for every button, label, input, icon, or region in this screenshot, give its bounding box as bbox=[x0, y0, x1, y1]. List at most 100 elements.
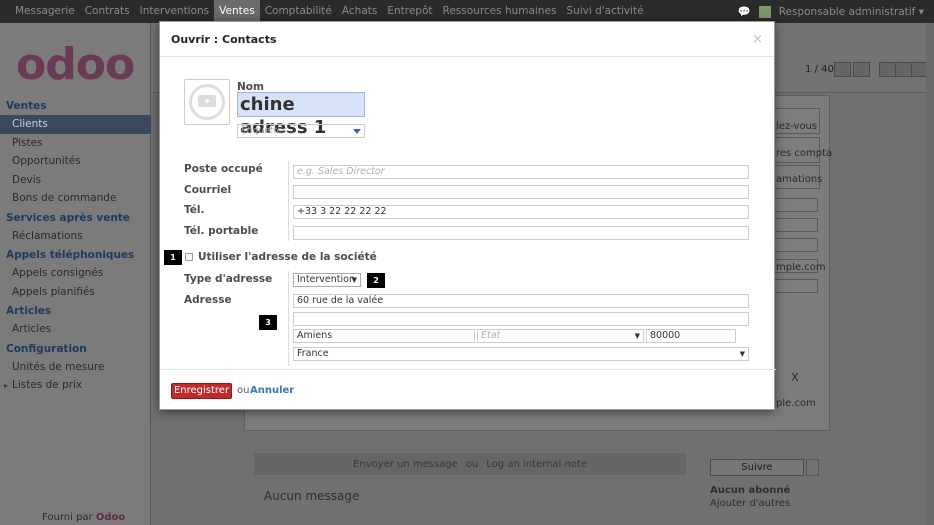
menu-interventions[interactable]: Interventions bbox=[135, 0, 215, 23]
address-type-select[interactable]: Intervention ▼ bbox=[293, 273, 361, 287]
tags-placeholder: Étiquettes... bbox=[241, 126, 296, 136]
send-message-link[interactable]: Envoyer un message bbox=[353, 459, 458, 470]
name-input[interactable]: chine adress 1 bbox=[237, 92, 365, 138]
footer-prefix: Fourni par bbox=[42, 512, 93, 523]
state-select[interactable]: État ▼ bbox=[477, 329, 644, 343]
menu-ventes[interactable]: Ventes bbox=[214, 0, 260, 23]
smart-button-meetings-label: lez-vous bbox=[776, 121, 818, 132]
chevron-down-icon[interactable] bbox=[353, 129, 361, 134]
sidebar-item-opportunites[interactable]: Opportunités bbox=[0, 152, 151, 171]
follow-button[interactable]: Suivre bbox=[710, 459, 804, 476]
chat-icon[interactable]: 💬 bbox=[738, 5, 751, 18]
odoo-logo[interactable]: odoo bbox=[16, 39, 135, 90]
cancel-link[interactable]: Annuler bbox=[250, 385, 294, 396]
pager-prev-button[interactable] bbox=[834, 62, 851, 77]
log-note-link[interactable]: Log an internal note bbox=[486, 459, 587, 470]
user-menu[interactable]: Responsable administratif ▾ bbox=[779, 6, 924, 18]
kanban-view-icon[interactable] bbox=[879, 62, 896, 77]
sidebar: odoo Ventes Clients Pistes Opportunités … bbox=[0, 23, 151, 525]
sidebar-section-articles: Articles bbox=[6, 305, 52, 317]
menu-messagerie[interactable]: Messagerie bbox=[10, 0, 80, 23]
menu-achats[interactable]: Achats bbox=[337, 0, 382, 23]
bg-remove-icon[interactable]: X bbox=[791, 371, 799, 384]
annotation-badge-2: 2 bbox=[367, 273, 385, 288]
sidebar-item-unites-de-mesure[interactable]: Unités de mesure bbox=[0, 358, 151, 377]
country-select[interactable]: France ▼ bbox=[293, 347, 749, 361]
menu-comptabilite[interactable]: Comptabilité bbox=[260, 0, 337, 23]
contact-photo[interactable] bbox=[184, 79, 230, 125]
sidebar-item-reclamations[interactable]: Réclamations bbox=[0, 227, 151, 246]
no-message-text: Aucun message bbox=[264, 489, 360, 503]
email-input[interactable] bbox=[293, 185, 749, 199]
sidebar-menu: Ventes Clients Pistes Opportunités Devis… bbox=[0, 96, 151, 395]
chatter-or: ou bbox=[465, 458, 479, 470]
sidebar-section-configuration: Configuration bbox=[6, 342, 87, 355]
bg-email-fragment: mple.com bbox=[776, 262, 826, 273]
sidebar-section-appels: Appels téléphoniques bbox=[6, 249, 135, 261]
mobile-input[interactable] bbox=[293, 226, 749, 240]
sidebar-item-articles[interactable]: Articles bbox=[0, 320, 151, 339]
dialog-body: Nom chine adress 1 Étiquettes... Poste o… bbox=[160, 57, 776, 370]
camera-lens bbox=[203, 97, 211, 105]
bg-field-2[interactable] bbox=[774, 218, 818, 232]
email-label: Courriel bbox=[184, 184, 232, 196]
smart-button-accounting-label: res compta bbox=[776, 148, 833, 159]
sidebar-item-listes-de-prix[interactable]: Listes de prix bbox=[0, 376, 151, 395]
use-company-address-label: Utiliser l'adresse de la société bbox=[198, 251, 377, 263]
function-label: Poste occupé bbox=[184, 163, 263, 175]
address-type-label: Type d'adresse bbox=[184, 273, 273, 285]
sidebar-item-appels-consignes[interactable]: Appels consignés bbox=[0, 264, 151, 283]
pager-value: 1 / 40 bbox=[805, 64, 834, 75]
dropdown-arrow-icon: ▼ bbox=[351, 276, 357, 284]
bg-field-3[interactable] bbox=[774, 238, 818, 252]
footer-brand-link[interactable]: Odoo bbox=[96, 512, 125, 523]
caret-down-icon: ▾ bbox=[918, 5, 924, 18]
bg-field-1[interactable] bbox=[774, 198, 818, 212]
sidebar-item-devis[interactable]: Devis bbox=[0, 171, 151, 190]
menu-ressources-humaines[interactable]: Ressources humaines bbox=[438, 0, 562, 23]
use-company-address-checkbox[interactable] bbox=[185, 253, 193, 261]
dropdown-arrow-icon: ▼ bbox=[634, 332, 640, 340]
sidebar-item-appels-planifies[interactable]: Appels planifiés bbox=[0, 283, 151, 302]
city-input[interactable]: Amiens bbox=[293, 329, 475, 343]
mobile-label: Tél. portable bbox=[184, 225, 259, 237]
dialog-header: Ouvrir : Contacts × bbox=[160, 22, 774, 57]
footer-or: ou bbox=[237, 385, 250, 396]
function-input[interactable]: e.g. Sales Director bbox=[293, 165, 749, 179]
bg-contact-email: ple.com bbox=[776, 398, 816, 409]
dialog-title: Ouvrir : Contacts bbox=[171, 33, 277, 46]
contact-dialog: Ouvrir : Contacts × Nom chine adress 1 É… bbox=[159, 21, 776, 411]
street2-input[interactable] bbox=[293, 312, 749, 326]
sidebar-item-pistes[interactable]: Pistes bbox=[0, 134, 151, 153]
save-button[interactable]: Enregistrer bbox=[171, 383, 232, 399]
follow-dropdown-button[interactable] bbox=[806, 459, 819, 476]
pager-next-button[interactable] bbox=[853, 62, 870, 77]
menu-suivi-activite[interactable]: Suivi d'activité bbox=[561, 0, 648, 23]
close-icon[interactable]: × bbox=[752, 32, 763, 47]
user-avatar bbox=[758, 5, 771, 18]
sidebar-item-clients[interactable]: Clients bbox=[0, 115, 151, 134]
zip-input[interactable]: 80000 bbox=[646, 329, 736, 343]
dialog-footer: Enregistrer ou Annuler bbox=[160, 372, 776, 411]
phone-input[interactable]: +33 3 22 22 22 22 bbox=[293, 205, 749, 219]
sidebar-item-bons-de-commande[interactable]: Bons de commande bbox=[0, 189, 151, 208]
annotation-badge-3: 3 bbox=[259, 315, 277, 330]
top-menu-bar: Messagerie Contrats Interventions Ventes… bbox=[0, 0, 934, 23]
tags-field[interactable]: Étiquettes... bbox=[237, 124, 365, 138]
sidebar-section-ventes: Ventes bbox=[6, 100, 47, 112]
menu-contrats[interactable]: Contrats bbox=[80, 0, 135, 23]
state-placeholder: État bbox=[481, 330, 501, 341]
list-view-icon[interactable] bbox=[895, 62, 912, 77]
chatter-bar: Envoyer un message ou Log an internal no… bbox=[254, 453, 686, 475]
user-name: Responsable administratif bbox=[778, 5, 916, 18]
no-follower-text: Aucun abonné bbox=[710, 485, 791, 496]
fields-divider-bottom bbox=[288, 271, 289, 366]
smart-button-claims-label: amations bbox=[776, 174, 823, 185]
street-input[interactable]: 60 rue de la valée bbox=[293, 294, 749, 308]
annotation-badge-1: 1 bbox=[164, 250, 182, 265]
page-scrollbar[interactable] bbox=[926, 23, 934, 525]
bg-select[interactable] bbox=[774, 279, 818, 293]
add-followers-link[interactable]: Ajouter d'autres bbox=[710, 498, 790, 509]
dropdown-arrow-icon: ▼ bbox=[739, 350, 745, 358]
menu-entrepot[interactable]: Entrepôt bbox=[382, 0, 437, 23]
